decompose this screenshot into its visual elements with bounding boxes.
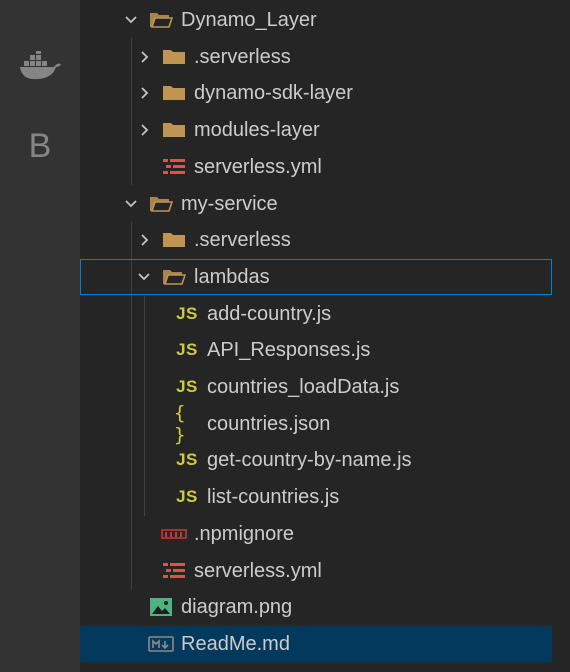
tree-item-label: dynamo-sdk-layer <box>194 82 353 104</box>
activity-bar: B <box>0 0 80 672</box>
tree-item-label: API_Responses.js <box>207 339 371 361</box>
tree-item-countries-json[interactable]: { } countries.json <box>80 402 552 446</box>
tree-item-label: get-country-by-name.js <box>207 449 412 471</box>
tree-item-label: add-country.js <box>207 303 332 325</box>
tree-item-serverless-yml[interactable]: serverless.yml <box>80 553 552 589</box>
yaml-icon <box>161 155 187 179</box>
tree-item-readme-md[interactable]: ReadMe.md <box>80 626 552 662</box>
tree-item-dynamo-layer[interactable]: Dynamo_Layer <box>80 2 552 38</box>
tree-item-label: serverless.yml <box>194 560 322 582</box>
tree-item-my-service[interactable]: my-service <box>80 186 552 222</box>
js-icon: JS <box>176 377 198 396</box>
chevron-right-icon[interactable] <box>136 122 152 138</box>
image-icon <box>148 595 174 619</box>
tree-item-label: countries_loadData.js <box>207 376 400 398</box>
file-explorer: Dynamo_Layer .serverless dynamo-sdk-laye… <box>80 0 552 672</box>
tree-item-label: lambdas <box>194 266 270 288</box>
chevron-right-icon[interactable] <box>136 232 152 248</box>
json-icon: { } <box>174 402 186 446</box>
tree-item-label: ReadMe.md <box>181 633 290 655</box>
folder-icon <box>161 81 187 105</box>
tree-item-dynamo-sdk-layer[interactable]: dynamo-sdk-layer <box>80 75 552 111</box>
folder-icon <box>161 228 187 252</box>
js-icon: JS <box>176 487 198 506</box>
tree-item-label: .serverless <box>194 46 291 68</box>
tree-item-diagram-png[interactable]: diagram.png <box>80 589 552 625</box>
tree-item-label: Dynamo_Layer <box>181 9 317 31</box>
folder-open-icon <box>161 265 187 289</box>
folder-icon <box>161 45 187 69</box>
tree-item-label: diagram.png <box>181 596 293 618</box>
yaml-icon <box>161 559 187 583</box>
tree-item-label: .npmignore <box>194 523 295 545</box>
markdown-icon <box>148 632 174 656</box>
b-extension-icon[interactable]: B <box>0 122 80 170</box>
chevron-right-icon[interactable] <box>136 85 152 101</box>
tree-item-add-country-js[interactable]: JS add-country.js <box>80 296 552 332</box>
chevron-down-icon[interactable] <box>123 12 139 28</box>
tree-item-label: .serverless <box>194 229 291 251</box>
docker-icon[interactable] <box>0 42 80 90</box>
js-icon: JS <box>176 450 198 469</box>
npm-icon <box>161 522 187 546</box>
tree-item-api-responses-js[interactable]: JS API_Responses.js <box>80 332 552 368</box>
chevron-down-icon[interactable] <box>123 196 139 212</box>
tree-item-label: serverless.yml <box>194 156 322 178</box>
scrollbar-track[interactable] <box>552 0 570 672</box>
tree-item-label: countries.json <box>207 413 331 435</box>
folder-icon <box>161 118 187 142</box>
tree-item-label: modules-layer <box>194 119 320 141</box>
tree-item-get-country-by-name-js[interactable]: JS get-country-by-name.js <box>80 442 552 478</box>
tree-item-countries-loaddata-js[interactable]: JS countries_loadData.js <box>80 369 552 405</box>
chevron-down-icon[interactable] <box>136 269 152 285</box>
tree-item-modules-layer[interactable]: modules-layer <box>80 112 552 148</box>
tree-item-npmignore[interactable]: .npmignore <box>80 516 552 552</box>
tree-item-serverless-yml[interactable]: serverless.yml <box>80 149 552 185</box>
tree-item-list-countries-js[interactable]: JS list-countries.js <box>80 479 552 515</box>
tree-item-label: list-countries.js <box>207 486 340 508</box>
folder-open-icon <box>148 192 174 216</box>
tree-item-label: my-service <box>181 193 278 215</box>
tree-item-lambdas[interactable]: lambdas <box>80 259 552 295</box>
chevron-right-icon[interactable] <box>136 49 152 65</box>
folder-open-icon <box>148 8 174 32</box>
js-icon: JS <box>176 304 198 323</box>
js-icon: JS <box>176 340 198 359</box>
tree-item-serverless[interactable]: .serverless <box>80 222 552 258</box>
tree-item-serverless[interactable]: .serverless <box>80 39 552 75</box>
